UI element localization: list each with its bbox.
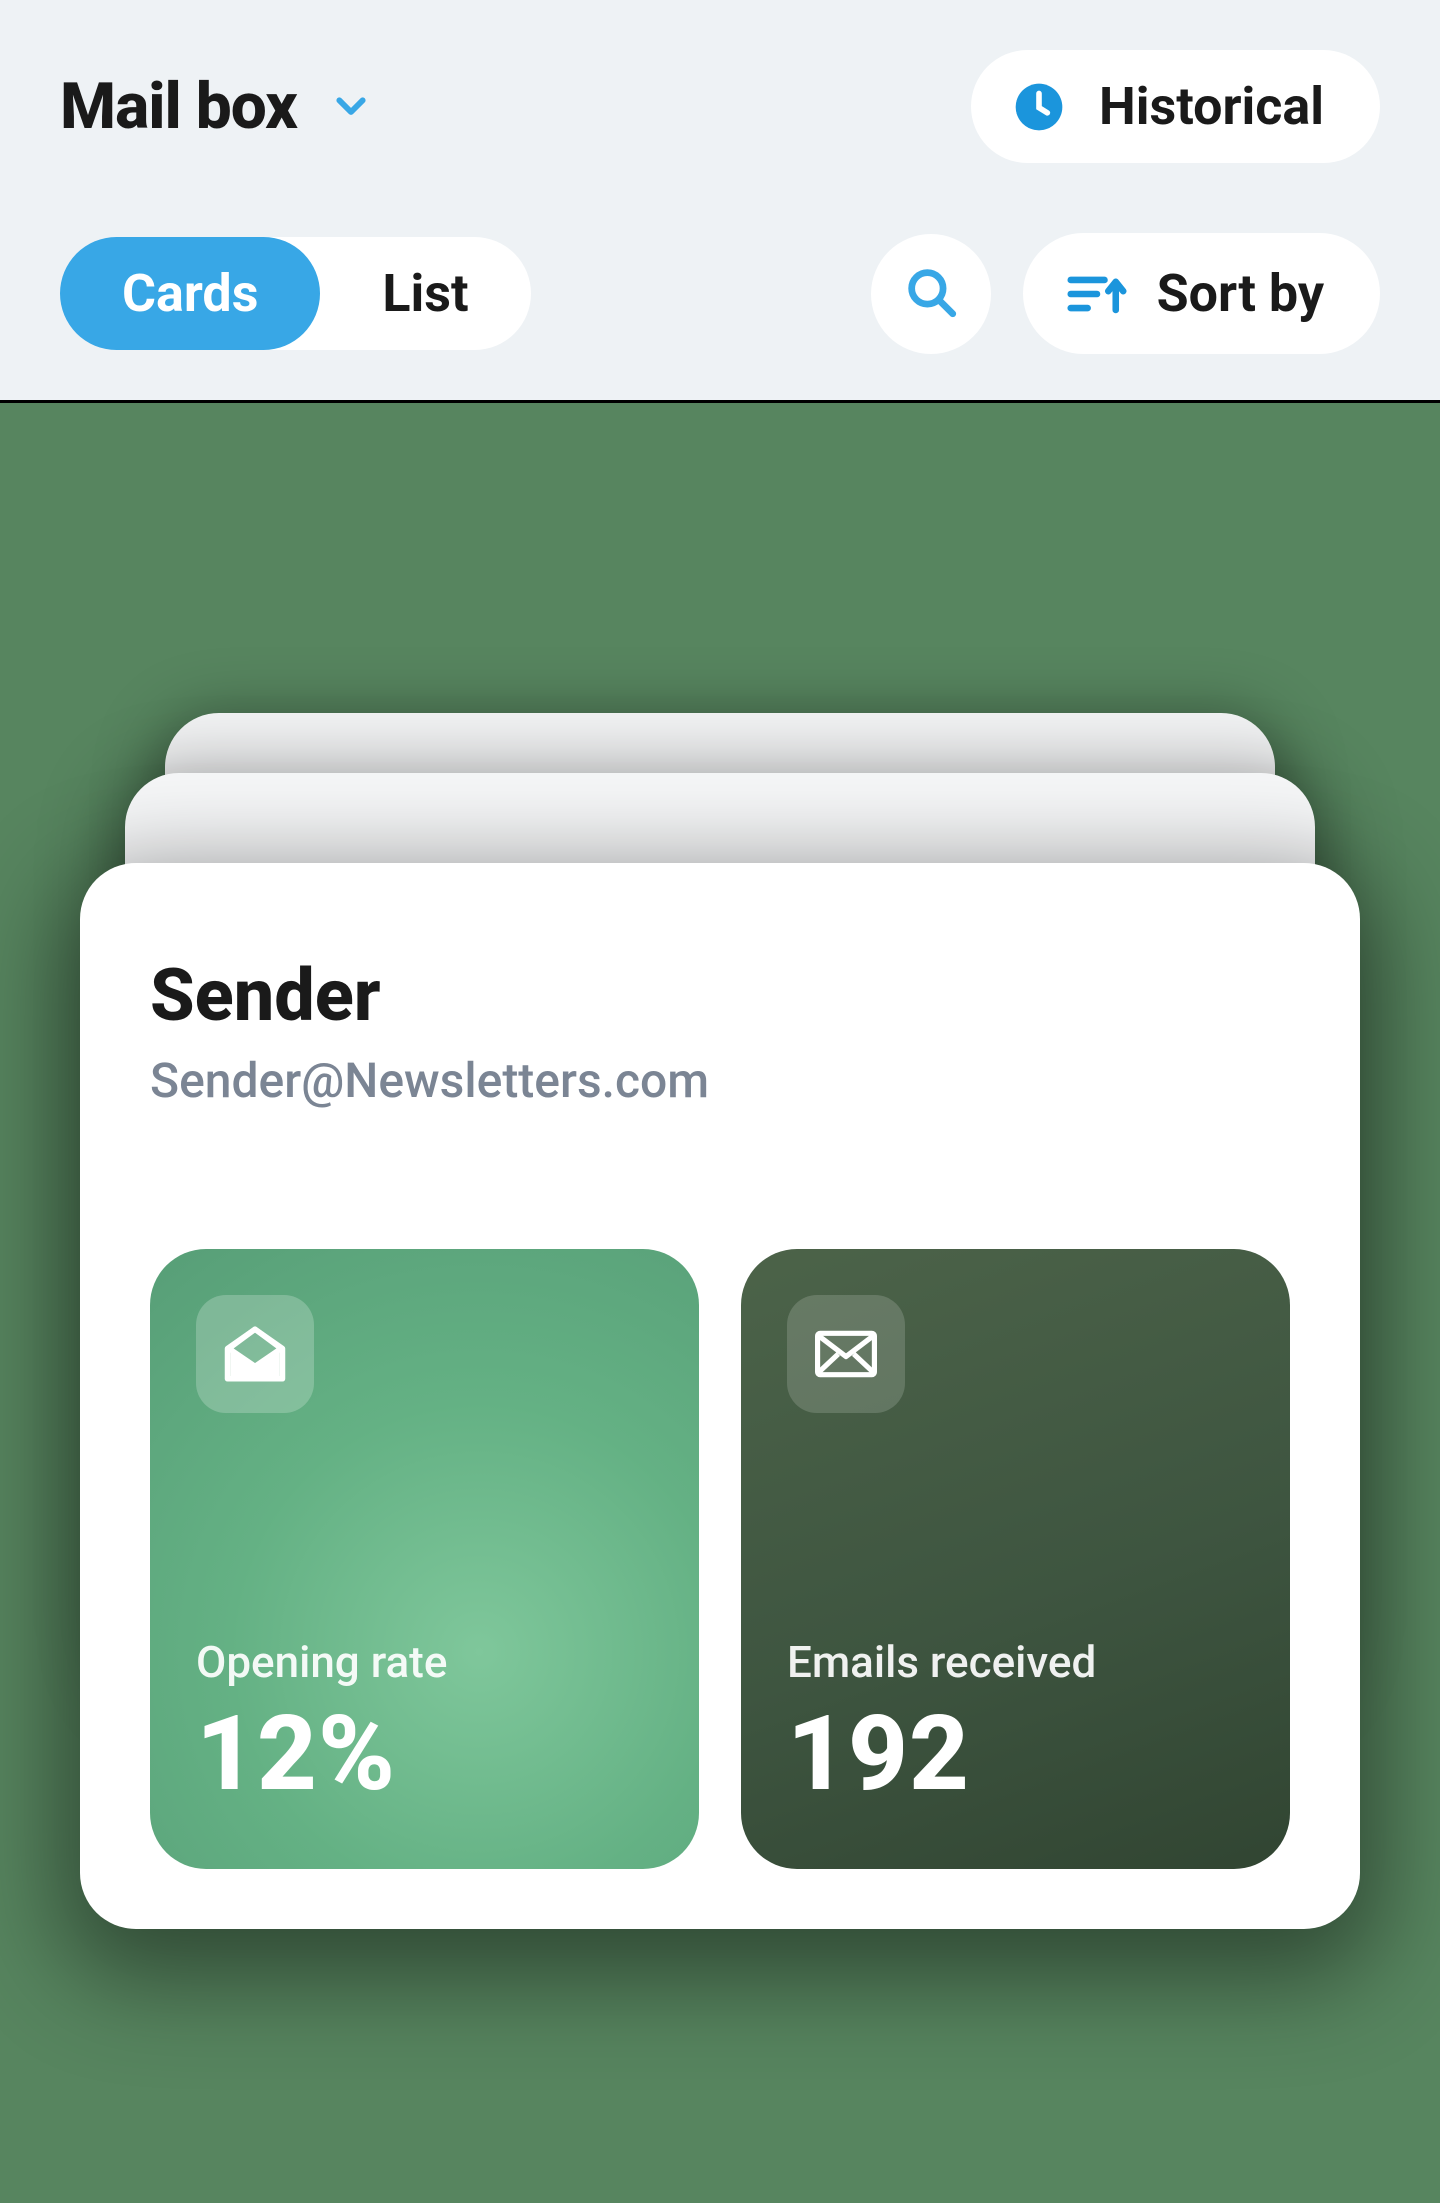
- stat-row: Opening rate 12% Emails received 192: [150, 1249, 1290, 1869]
- view-toggle: Cards List: [60, 237, 531, 350]
- emails-received-label: Emails received: [787, 1636, 1244, 1688]
- sender-heading: Sender: [150, 953, 1290, 1038]
- sort-label: Sort by: [1157, 263, 1324, 324]
- sender-card[interactable]: Sender Sender@Newsletters.com Opening ra…: [80, 863, 1360, 1929]
- emails-received-tile[interactable]: Emails received 192: [741, 1249, 1290, 1869]
- sort-button[interactable]: Sort by: [1023, 233, 1380, 354]
- mail-icon: [787, 1295, 905, 1413]
- open-mail-icon: [196, 1295, 314, 1413]
- opening-rate-value: 12%: [196, 1694, 653, 1815]
- chevron-down-icon: [331, 87, 371, 127]
- opening-rate-label: Opening rate: [196, 1636, 653, 1688]
- sort-icon: [1067, 269, 1127, 319]
- mailbox-selector[interactable]: Mail box: [60, 69, 371, 144]
- opening-rate-tile[interactable]: Opening rate 12%: [150, 1249, 699, 1869]
- sender-email: Sender@Newsletters.com: [150, 1052, 1290, 1109]
- view-cards-tab[interactable]: Cards: [60, 237, 320, 350]
- toolbar: Cards List Sort by: [0, 193, 1440, 400]
- historical-button[interactable]: Historical: [971, 50, 1380, 163]
- view-list-tab[interactable]: List: [320, 237, 530, 350]
- historical-label: Historical: [1099, 76, 1324, 137]
- emails-received-value: 192: [787, 1694, 1244, 1815]
- clock-icon: [1011, 79, 1067, 135]
- top-bar: Mail box Historical: [0, 0, 1440, 193]
- page-title: Mail box: [60, 69, 297, 144]
- search-button[interactable]: [871, 234, 991, 354]
- search-icon: [902, 263, 960, 325]
- card-stage: Sender Sender@Newsletters.com Opening ra…: [0, 403, 1440, 2203]
